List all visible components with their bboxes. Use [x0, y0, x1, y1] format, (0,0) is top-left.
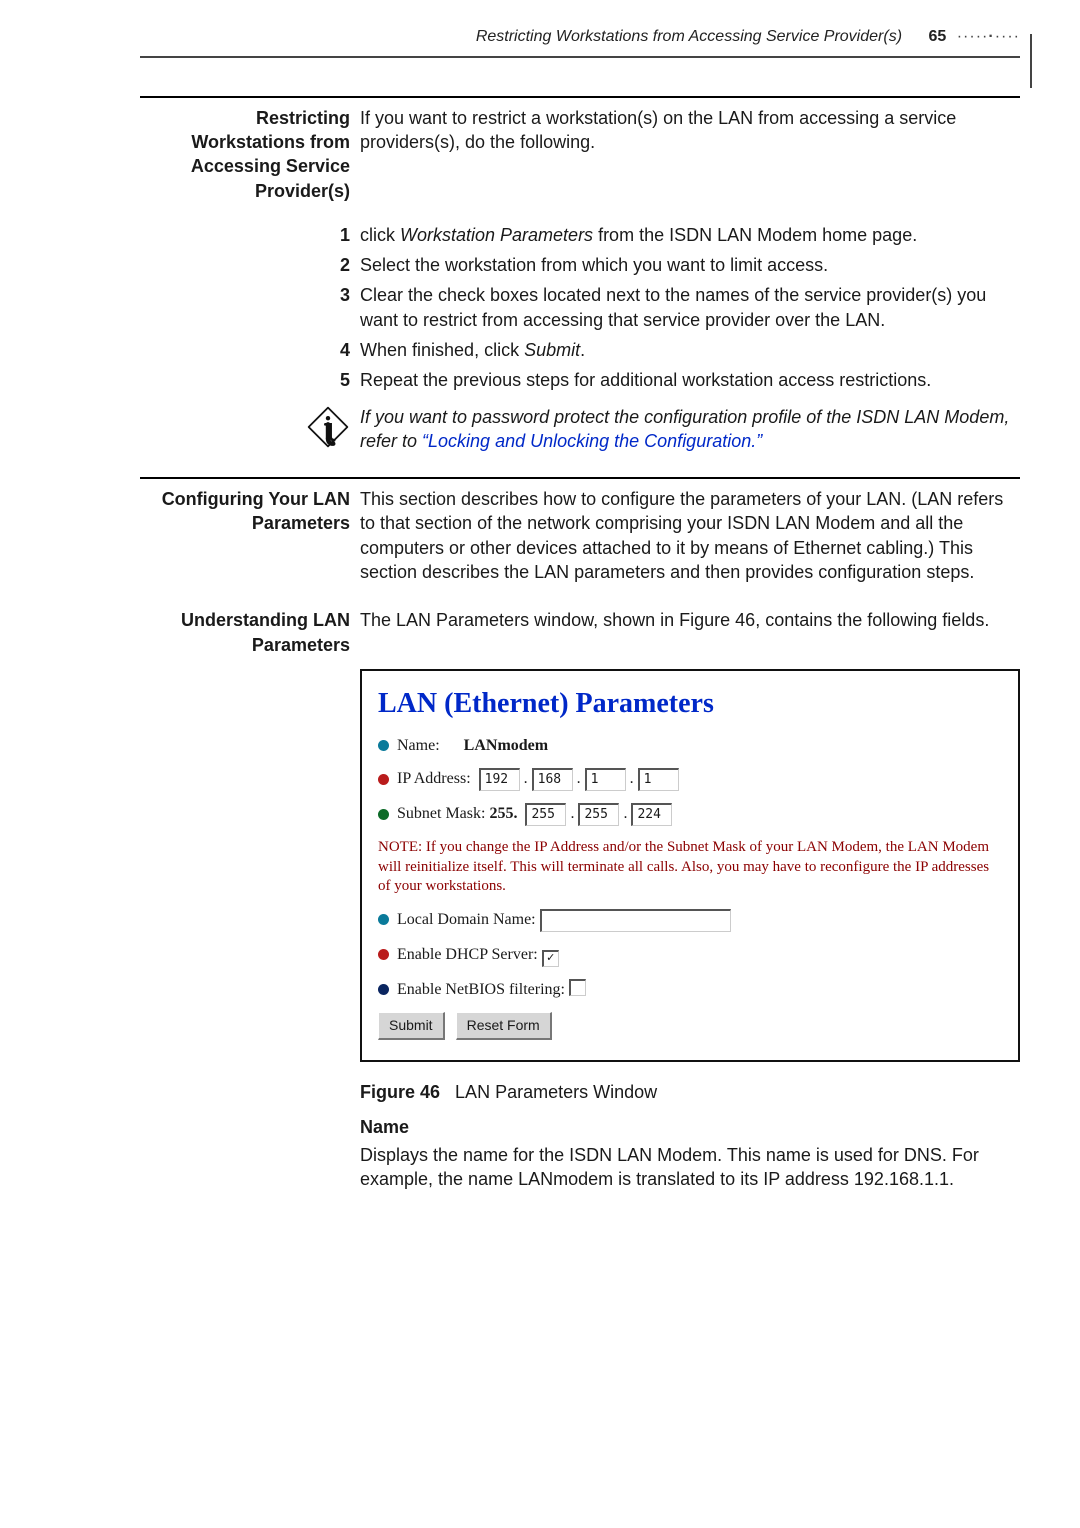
step-text: Repeat the previous steps for additional… — [360, 368, 1020, 392]
body-paragraph: The LAN Parameters window, shown in Figu… — [360, 608, 1020, 632]
bullet-icon — [378, 949, 389, 960]
mask-octet-input[interactable]: 255 — [578, 803, 619, 826]
mask-fixed: 255. — [489, 806, 517, 823]
step-row: 5 Repeat the previous steps for addition… — [140, 368, 1020, 392]
ip-octet-input[interactable]: 1 — [638, 768, 679, 791]
bullet-icon — [378, 984, 389, 995]
section-heading-understanding: Understanding LAN Parameters — [140, 608, 350, 657]
ip-octet-input[interactable]: 192 — [479, 768, 520, 791]
field-row-ip: IP Address: 192 . 168 . 1 . 1 — [378, 768, 1002, 791]
section-divider — [140, 477, 1020, 479]
figure-text: LAN Parameters Window — [455, 1082, 657, 1102]
steps-list: 1 click Workstation Parameters from the … — [140, 223, 1020, 393]
reset-button[interactable]: Reset Form — [456, 1012, 552, 1040]
page-number: 65 — [928, 28, 946, 45]
panel-note: NOTE: If you change the IP Address and/o… — [378, 838, 1002, 897]
step-number: 2 — [140, 253, 360, 277]
label-netbios: Enable NetBIOS filtering: — [397, 981, 565, 998]
running-title: Restricting Workstations from Accessing … — [476, 28, 902, 45]
field-row-ldn: Local Domain Name: — [378, 909, 1002, 932]
label-local-domain: Local Domain Name: — [397, 911, 536, 928]
step-text: Clear the check boxes located next to th… — [360, 283, 1020, 332]
panel-title: LAN (Ethernet) Parameters — [378, 685, 1002, 723]
mask-octet-input[interactable]: 255 — [525, 803, 566, 826]
intro-paragraph: If you want to restrict a workstation(s)… — [360, 106, 1020, 155]
step-row: 2 Select the workstation from which you … — [140, 253, 1020, 277]
decor-dots: ·········· — [957, 26, 1020, 48]
lan-parameters-window: LAN (Ethernet) Parameters Name: LANmodem… — [360, 669, 1020, 1062]
bullet-icon — [378, 774, 389, 785]
step-text: Select the workstation from which you wa… — [360, 253, 1020, 277]
local-domain-input[interactable] — [540, 909, 731, 932]
section-heading-configuring: Configuring Your LAN Parameters — [140, 487, 350, 536]
submit-button[interactable]: Submit — [378, 1012, 445, 1040]
name-body: Displays the name for the ISDN LAN Modem… — [360, 1143, 1020, 1192]
bullet-icon — [378, 740, 389, 751]
figure-label: Figure 46 — [360, 1082, 440, 1102]
step-text: When finished, click Submit. — [360, 338, 1020, 362]
link-locking-config[interactable]: “Locking and Unlocking the Configuration… — [422, 431, 762, 451]
header-rule — [140, 56, 1020, 58]
ip-octet-input[interactable]: 168 — [532, 768, 573, 791]
step-number: 4 — [140, 338, 360, 362]
section-heading-restricting: Restricting Workstations from Accessing … — [140, 106, 350, 203]
step-text: click Workstation Parameters from the IS… — [360, 223, 1020, 247]
bullet-icon — [378, 809, 389, 820]
ip-octet-input[interactable]: 1 — [585, 768, 626, 791]
step-number: 3 — [140, 283, 360, 332]
field-row-mask: Subnet Mask: 255. 255 . 255 . 224 — [378, 803, 1002, 826]
step-number: 5 — [140, 368, 360, 392]
info-icon — [140, 405, 350, 454]
step-row: 4 When finished, click Submit. — [140, 338, 1020, 362]
field-row-name: Name: LANmodem — [378, 735, 1002, 757]
dhcp-checkbox[interactable]: ✓ — [542, 950, 559, 967]
step-row: 3 Clear the check boxes located next to … — [140, 283, 1020, 332]
body-paragraph: This section describes how to configure … — [360, 487, 1020, 584]
label-dhcp: Enable DHCP Server: — [397, 946, 538, 963]
step-row: 1 click Workstation Parameters from the … — [140, 223, 1020, 247]
label-ip: IP Address: — [397, 771, 471, 788]
field-row-netbios: Enable NetBIOS filtering: — [378, 979, 1002, 1001]
figure-caption: Figure 46 LAN Parameters Window — [360, 1080, 1020, 1104]
field-row-dhcp: Enable DHCP Server: ✓ — [378, 944, 1002, 967]
step-number: 1 — [140, 223, 360, 247]
section-divider — [140, 96, 1020, 98]
info-note: If you want to password protect the conf… — [360, 405, 1020, 454]
subheading-name: Name — [360, 1115, 1020, 1139]
label-mask: Subnet Mask: — [397, 806, 485, 823]
netbios-checkbox[interactable] — [569, 979, 586, 996]
mask-octet-input[interactable]: 224 — [631, 803, 672, 826]
value-name: LANmodem — [464, 737, 548, 754]
bullet-icon — [378, 914, 389, 925]
label-name: Name: — [397, 737, 440, 754]
running-header: Restricting Workstations from Accessing … — [140, 26, 1020, 48]
